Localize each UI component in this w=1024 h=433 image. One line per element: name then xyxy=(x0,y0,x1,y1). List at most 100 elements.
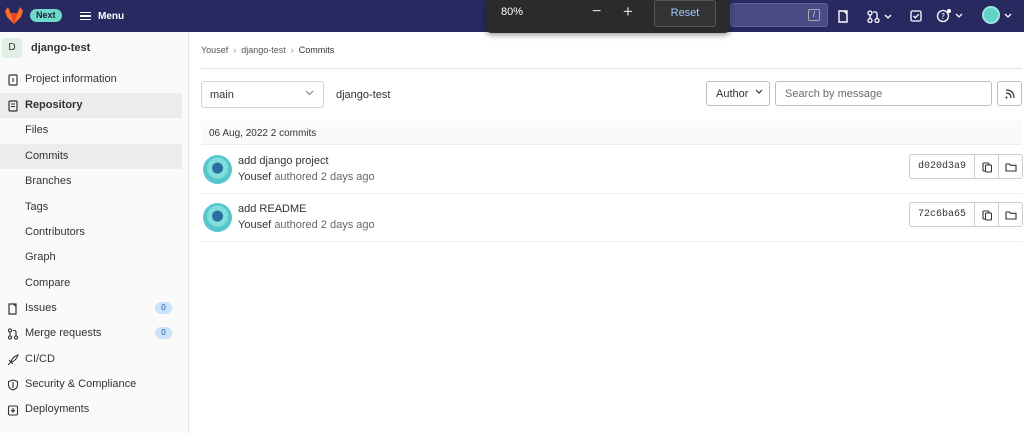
sidebar-item-issues[interactable]: Issues 0 xyxy=(0,296,182,321)
folder-icon xyxy=(1005,211,1017,220)
commit-author[interactable]: Yousef xyxy=(238,171,271,183)
project-path[interactable]: django-test xyxy=(336,89,390,101)
sidebar-item-label: Compare xyxy=(25,277,71,289)
breadcrumb: Yousef › django-test › Commits xyxy=(201,45,334,55)
copy-icon xyxy=(982,162,993,173)
commits-day-header: 06 Aug, 2022 2 commits xyxy=(201,121,1022,145)
menu-label: Menu xyxy=(98,10,125,22)
sidebar-item-deployments[interactable]: Deployments xyxy=(0,397,182,422)
sidebar-item-label: Files xyxy=(25,124,49,136)
commit-time: authored 2 days ago xyxy=(274,219,375,231)
branch-selector[interactable]: main xyxy=(201,81,324,108)
breadcrumb-chevron-icon: › xyxy=(290,45,294,55)
merge-request-icon[interactable] xyxy=(866,7,894,25)
zoom-out-button[interactable]: − xyxy=(592,3,601,21)
commits-day-label: 06 Aug, 2022 2 commits xyxy=(209,128,317,139)
commit-meta: Yousef authored 2 days ago xyxy=(238,171,375,183)
sidebar-item-label: Tags xyxy=(25,201,49,213)
sidebar-item-project-information[interactable]: Project information xyxy=(0,67,182,92)
project-name: django-test xyxy=(31,42,91,54)
sidebar-item-contributors[interactable]: Contributors xyxy=(0,220,182,245)
commit-sha-button[interactable]: d020d3a9 xyxy=(909,154,975,179)
info-icon xyxy=(6,73,19,86)
svg-text:?: ? xyxy=(941,12,945,21)
commit-meta: Yousef authored 2 days ago xyxy=(238,219,375,231)
issues-count-badge: 0 xyxy=(155,302,172,314)
commit-title[interactable]: add README xyxy=(238,203,306,215)
sidebar-item-label: Repository xyxy=(25,99,83,111)
breadcrumb-divider xyxy=(201,68,1022,69)
commit-author[interactable]: Yousef xyxy=(238,219,271,231)
hamburger-icon xyxy=(80,11,91,21)
rss-feed-button[interactable] xyxy=(997,81,1022,106)
commit-row: add django project Yousef authored 2 day… xyxy=(201,146,1023,194)
commit-sha-button[interactable]: 72c6ba65 xyxy=(909,202,975,227)
rss-icon xyxy=(1005,89,1015,99)
sidebar-item-commits[interactable]: Commits xyxy=(0,144,182,169)
merge-request-icon xyxy=(6,327,19,340)
sidebar-item-compare[interactable]: Compare xyxy=(0,271,182,296)
sidebar-project-header[interactable]: D django-test xyxy=(0,32,189,65)
breadcrumb-user[interactable]: Yousef xyxy=(201,45,228,55)
shield-icon xyxy=(6,378,19,391)
folder-icon xyxy=(1005,163,1017,172)
next-badge[interactable]: Next xyxy=(30,9,62,22)
sidebar-item-tags[interactable]: Tags xyxy=(0,195,182,220)
deployments-icon xyxy=(6,403,19,416)
browse-files-button[interactable] xyxy=(998,154,1023,179)
chevron-down-icon xyxy=(305,88,314,98)
search-by-message-input[interactable] xyxy=(775,81,992,106)
issues-icon xyxy=(6,302,19,315)
sidebar-item-merge-requests[interactable]: Merge requests 0 xyxy=(0,321,182,346)
sidebar: D django-test Project information Reposi… xyxy=(0,32,189,433)
rocket-icon xyxy=(6,353,19,366)
issues-icon[interactable] xyxy=(836,7,850,25)
help-icon[interactable]: ? xyxy=(936,7,966,25)
sidebar-item-label: Project information xyxy=(25,73,117,85)
commit-title[interactable]: add django project xyxy=(238,155,329,167)
sidebar-item-label: Security & Compliance xyxy=(25,378,137,390)
menu-button[interactable]: Menu xyxy=(80,7,124,25)
breadcrumb-chevron-icon: › xyxy=(233,45,237,55)
copy-icon xyxy=(982,210,993,221)
copy-sha-button[interactable] xyxy=(974,202,999,227)
zoom-level: 80% xyxy=(501,6,524,18)
sidebar-item-label: Contributors xyxy=(25,226,85,238)
breadcrumb-current[interactable]: Commits xyxy=(299,45,335,55)
branch-name: main xyxy=(210,89,234,101)
tanuki-logo-icon[interactable] xyxy=(4,6,24,26)
author-avatar[interactable] xyxy=(203,155,232,184)
sidebar-item-label: Deployments xyxy=(25,403,90,415)
zoom-reset-button[interactable]: Reset xyxy=(654,0,716,27)
author-filter-label: Author xyxy=(716,88,749,100)
chevron-down-icon[interactable] xyxy=(1003,7,1013,25)
copy-sha-button[interactable] xyxy=(974,154,999,179)
sidebar-item-security-compliance[interactable]: Security & Compliance xyxy=(0,372,182,397)
author-filter-button[interactable]: Author xyxy=(706,81,770,106)
sidebar-item-files[interactable]: Files xyxy=(0,118,182,143)
breadcrumb-project[interactable]: django-test xyxy=(241,45,286,55)
sidebar-item-label: CI/CD xyxy=(25,353,55,365)
sidebar-item-label: Commits xyxy=(25,150,69,162)
sidebar-item-label: Merge requests xyxy=(25,327,102,339)
global-search-input[interactable]: / xyxy=(730,3,828,27)
zoom-in-button[interactable]: + xyxy=(623,2,633,22)
chevron-down-icon xyxy=(755,88,763,97)
commit-row: add README Yousef authored 2 days ago 72… xyxy=(201,194,1023,242)
commit-time: authored 2 days ago xyxy=(274,171,375,183)
browse-files-button[interactable] xyxy=(998,202,1023,227)
sidebar-item-repository[interactable]: Repository xyxy=(0,93,182,118)
search-shortcut-hint: / xyxy=(808,9,820,21)
project-avatar: D xyxy=(2,38,22,58)
repository-icon xyxy=(6,99,19,112)
merge-requests-count-badge: 0 xyxy=(155,327,172,339)
sidebar-item-label: Graph xyxy=(25,251,56,263)
zoom-popup: 80% − + Reset xyxy=(486,0,730,33)
todo-icon[interactable] xyxy=(909,7,923,25)
sidebar-item-label: Issues xyxy=(25,302,57,314)
sidebar-item-graph[interactable]: Graph xyxy=(0,245,182,270)
author-avatar[interactable] xyxy=(203,203,232,232)
user-avatar[interactable] xyxy=(982,6,1000,24)
sidebar-item-branches[interactable]: Branches xyxy=(0,169,182,194)
sidebar-item-ci-cd[interactable]: CI/CD xyxy=(0,347,182,372)
